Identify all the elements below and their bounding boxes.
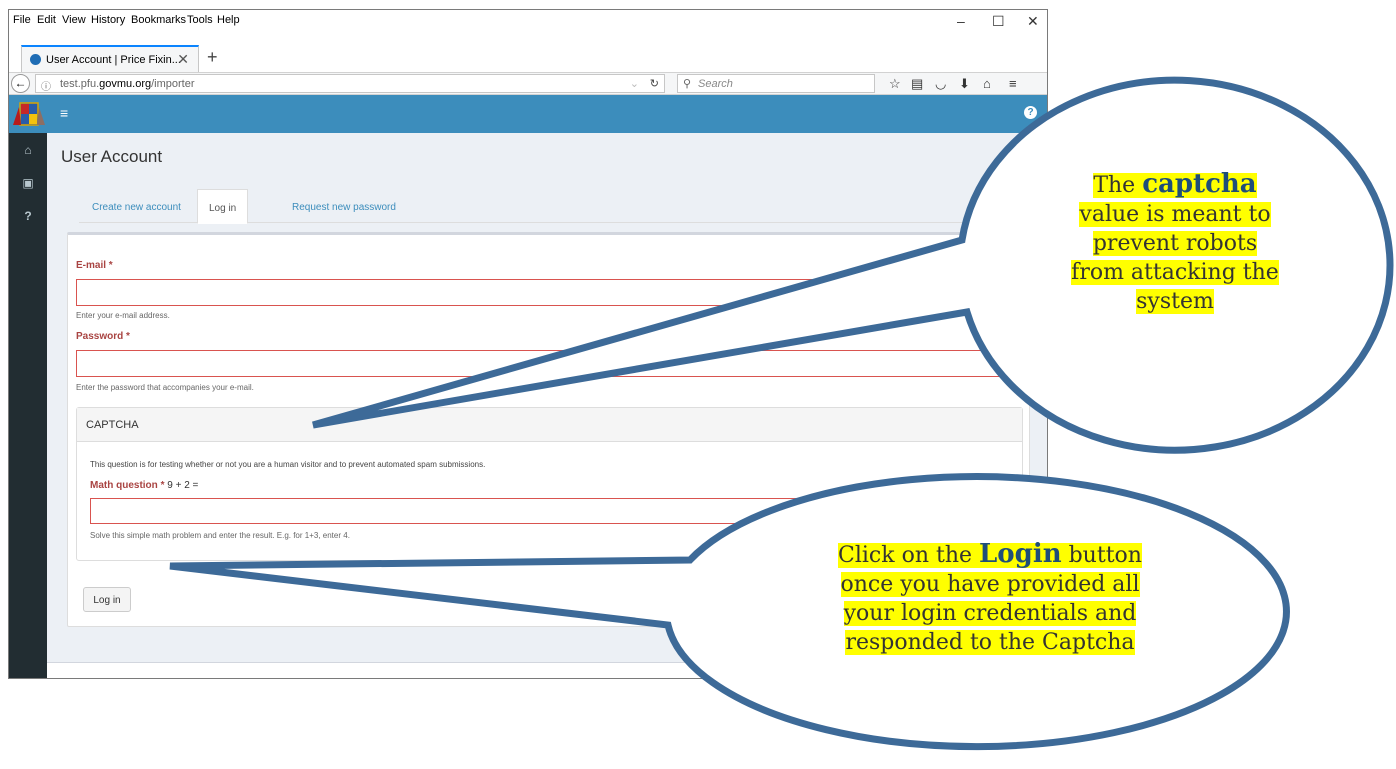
login-callout-text: Click on the Login button once you have … bbox=[838, 539, 1142, 655]
login-button[interactable]: Log in bbox=[83, 587, 131, 612]
password-field[interactable] bbox=[76, 350, 1023, 377]
menu-bar: File Edit View History Bookmarks Tools H… bbox=[9, 10, 1047, 32]
email-help: Enter your e-mail address. bbox=[76, 311, 170, 320]
tab-create-account[interactable]: Create new account bbox=[92, 189, 181, 223]
password-label: Password * bbox=[76, 331, 130, 342]
captcha-box: CAPTCHA This question is for testing whe… bbox=[76, 407, 1023, 561]
reading-list-icon[interactable]: ▤ bbox=[911, 76, 923, 92]
search-icon: ⚲ bbox=[683, 78, 692, 90]
reload-icon[interactable]: ↻ bbox=[650, 77, 659, 90]
tab-log-in[interactable]: Log in bbox=[197, 189, 249, 224]
sidebar-help-icon[interactable]: ? bbox=[9, 209, 47, 223]
page-title: User Account bbox=[61, 147, 163, 166]
pocket-icon[interactable]: ◡ bbox=[935, 76, 946, 92]
bookmark-star-icon[interactable]: ☆ bbox=[889, 76, 901, 92]
search-input[interactable]: ⚲ Search bbox=[677, 74, 875, 93]
email-field[interactable] bbox=[76, 279, 1023, 306]
page-footer bbox=[47, 662, 1047, 678]
sidebar-pdf-icon[interactable]: ▣ bbox=[9, 176, 47, 190]
math-help: Solve this simple math problem and enter… bbox=[90, 531, 350, 540]
url-dropdown-icon[interactable]: ⌄ bbox=[630, 77, 639, 90]
download-icon[interactable]: ⬇ bbox=[959, 76, 970, 92]
captcha-callout-text: The captcha value is meant to prevent ro… bbox=[1071, 169, 1279, 314]
menu-edit[interactable]: Edit bbox=[37, 14, 56, 26]
navigation-bar: ← ⓘ test.pfu.govmu.org/importer ⌄ ↻ ⚲ Se… bbox=[9, 72, 1047, 95]
math-answer-field[interactable] bbox=[90, 498, 1011, 524]
new-tab-button[interactable]: + bbox=[207, 47, 218, 68]
account-tabs: Create new account Log in Request new pa… bbox=[79, 189, 1046, 224]
info-icon[interactable]: ⓘ bbox=[41, 78, 51, 93]
address-bar[interactable]: ⓘ test.pfu.govmu.org/importer ⌄ ↻ bbox=[35, 74, 665, 93]
menu-bookmarks[interactable]: Bookmarks bbox=[131, 14, 186, 26]
minimize-button[interactable]: – bbox=[957, 13, 965, 29]
back-arrow-icon[interactable]: ← bbox=[11, 74, 30, 93]
tab-close-icon[interactable]: ✕ bbox=[177, 51, 189, 68]
tab-strip: User Account | Price Fixin... ✕ + bbox=[9, 32, 1047, 72]
coat-of-arms-logo bbox=[13, 102, 45, 126]
url-text: test.pfu.govmu.org/importer bbox=[60, 78, 195, 90]
search-placeholder: Search bbox=[698, 78, 733, 90]
sidebar: ⌂ ▣ ? bbox=[9, 133, 47, 678]
menu-view[interactable]: View bbox=[62, 14, 86, 26]
email-label: E-mail * bbox=[76, 260, 113, 271]
captcha-title: CAPTCHA bbox=[77, 408, 1022, 442]
tab-title: User Account | Price Fixin... bbox=[46, 54, 181, 66]
dashboard-icon: ◕ bbox=[999, 153, 1007, 163]
maximize-button[interactable]: ☐ bbox=[992, 13, 1005, 30]
hamburger-menu-icon[interactable]: ≡ bbox=[60, 105, 68, 121]
menu-history[interactable]: History bbox=[91, 14, 125, 26]
menu-help[interactable]: Help bbox=[217, 14, 240, 26]
drupal-favicon-icon bbox=[30, 54, 41, 65]
captcha-description: This question is for testing whether or … bbox=[90, 460, 486, 469]
menu-icon[interactable]: ≡ bbox=[1009, 76, 1017, 91]
browser-tab[interactable]: User Account | Price Fixin... ✕ bbox=[21, 45, 199, 72]
sidebar-home-icon[interactable]: ⌂ bbox=[9, 143, 47, 157]
breadcrumb[interactable]: ◕ Home bbox=[999, 153, 1031, 163]
breadcrumb-home[interactable]: Home bbox=[1007, 153, 1031, 163]
menu-tools[interactable]: Tools bbox=[187, 14, 213, 26]
math-question-label: Math question * 9 + 2 = bbox=[90, 480, 199, 491]
menu-file[interactable]: File bbox=[13, 14, 31, 26]
app-header: ≡ ? bbox=[9, 95, 1047, 133]
password-help: Enter the password that accompanies your… bbox=[76, 383, 254, 392]
close-window-button[interactable]: ✕ bbox=[1027, 13, 1039, 30]
tab-request-password[interactable]: Request new password bbox=[292, 189, 396, 223]
help-icon[interactable]: ? bbox=[1024, 106, 1037, 119]
home-icon[interactable]: ⌂ bbox=[983, 76, 991, 91]
